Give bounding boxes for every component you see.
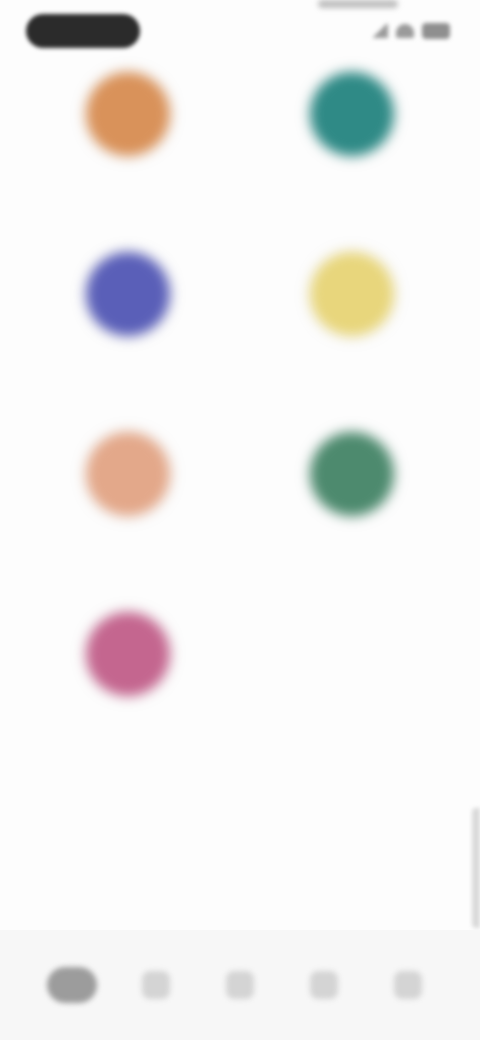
nav-grid[interactable] [210, 955, 270, 1015]
status-time-pill [26, 14, 140, 48]
category-icon [310, 72, 394, 156]
signal-icon [370, 24, 388, 38]
category-icon [86, 72, 170, 156]
nav-home[interactable] [42, 955, 102, 1015]
status-icons [370, 20, 450, 42]
category-item[interactable] [28, 252, 228, 358]
profile-icon [394, 971, 422, 999]
nav-search[interactable] [126, 955, 186, 1015]
category-icon [86, 432, 170, 516]
nav-bookmark[interactable] [294, 955, 354, 1015]
search-icon [142, 971, 170, 999]
edge-panel-handle[interactable] [472, 808, 480, 928]
category-item[interactable] [28, 432, 228, 538]
category-item[interactable] [252, 432, 452, 538]
nav-profile[interactable] [378, 955, 438, 1015]
wifi-icon [396, 24, 414, 38]
category-icon [310, 432, 394, 516]
category-item[interactable] [28, 612, 228, 718]
category-icon [86, 252, 170, 336]
bookmark-icon [310, 971, 338, 999]
top-notification-hint [318, 0, 398, 8]
status-bar [0, 0, 480, 60]
bottom-nav [0, 930, 480, 1040]
app-screen [0, 0, 480, 1040]
category-item[interactable] [252, 72, 452, 178]
category-icon [86, 612, 170, 696]
category-item[interactable] [252, 252, 452, 358]
category-icon [310, 252, 394, 336]
category-item[interactable] [28, 72, 228, 178]
home-icon [47, 967, 97, 1003]
battery-icon [422, 23, 450, 39]
grid-icon [226, 971, 254, 999]
